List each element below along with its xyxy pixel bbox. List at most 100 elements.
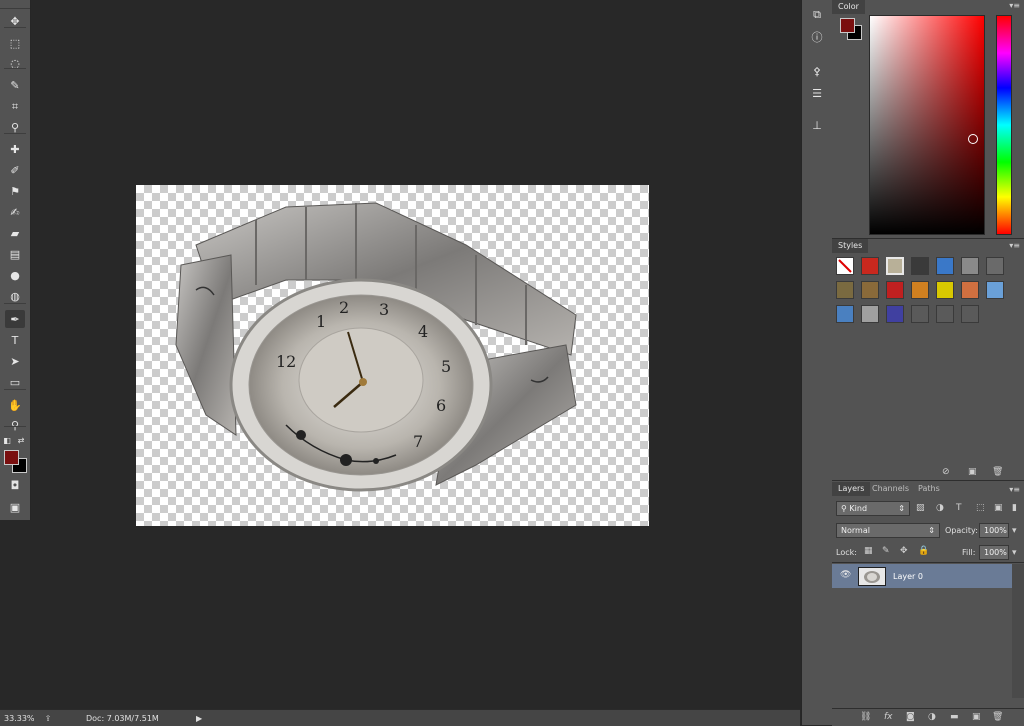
gradient-icon[interactable]: ▤ — [5, 245, 25, 263]
blur-icon[interactable]: ● — [5, 266, 25, 284]
svg-text:5: 5 — [441, 357, 451, 376]
style-swatch[interactable] — [961, 257, 979, 275]
document-canvas[interactable]: 1 2 3 4 5 6 7 12 — [136, 185, 649, 526]
eraser-icon[interactable]: ▰ — [5, 224, 25, 242]
filter-toggle-icon[interactable]: ▮ — [1012, 503, 1017, 513]
style-swatch[interactable] — [836, 257, 854, 275]
layer-filter-kind-select[interactable]: ⚲ Kind ⇕ — [836, 501, 910, 516]
svg-text:3: 3 — [379, 300, 389, 319]
quick-selection-icon[interactable]: ✎ — [5, 76, 25, 94]
blend-mode-select[interactable]: Normal ⇕ — [836, 523, 940, 538]
layers-panel-menu-icon[interactable]: ▾≡ — [1009, 485, 1020, 494]
lock-all-icon[interactable]: 🔒 — [918, 546, 929, 556]
style-swatch[interactable] — [861, 305, 879, 323]
style-swatch[interactable] — [836, 281, 854, 299]
lock-position-icon[interactable]: ✥ — [900, 546, 908, 556]
tab-color[interactable]: Color — [832, 0, 865, 14]
adjustment-layer-icon[interactable]: ◑ — [928, 712, 936, 722]
style-swatch[interactable] — [861, 281, 879, 299]
quick-mask-icon[interactable]: ◘ — [5, 476, 25, 494]
style-swatch[interactable] — [936, 281, 954, 299]
color-panel-foreground-swatch[interactable] — [840, 18, 855, 33]
filter-shape-icon[interactable]: ⬚ — [976, 503, 985, 513]
style-swatch[interactable] — [961, 281, 979, 299]
svg-text:4: 4 — [418, 322, 428, 341]
properties-panel-icon[interactable]: ⊥ — [808, 116, 826, 134]
new-style-icon[interactable]: ▣ — [968, 467, 977, 477]
layers-scrollbar[interactable] — [1012, 564, 1024, 698]
svg-text:12: 12 — [276, 352, 296, 371]
filter-smart-object-icon[interactable]: ▣ — [994, 503, 1003, 513]
hue-slider[interactable] — [996, 15, 1012, 235]
new-group-icon[interactable]: ▬ — [950, 712, 959, 722]
style-swatch[interactable] — [986, 281, 1004, 299]
style-swatch[interactable] — [911, 281, 929, 299]
opacity-input[interactable]: 100% — [979, 523, 1009, 538]
fill-dropdown-icon[interactable]: ▾ — [1012, 548, 1017, 558]
pen-icon[interactable]: ✒ — [5, 310, 25, 328]
swap-colors-icon[interactable]: ⇄ — [16, 432, 26, 450]
share-icon[interactable]: ⇪ — [38, 714, 58, 723]
brush-icon[interactable]: ✐ — [5, 161, 25, 179]
delete-style-icon[interactable]: 🗑 — [992, 467, 1003, 477]
hand-icon[interactable]: ✋ — [5, 396, 25, 414]
styles-panel-menu-icon[interactable]: ▾≡ — [1009, 241, 1020, 250]
status-menu-arrow-icon[interactable]: ▶ — [196, 714, 202, 723]
adjustments-icon[interactable]: ☰ — [808, 84, 826, 102]
healing-brush-icon[interactable]: ✚ — [5, 140, 25, 158]
screen-mode-icon[interactable]: ▣ — [5, 498, 25, 516]
info-panel-icon[interactable]: ⓘ — [808, 28, 826, 46]
marquee-icon[interactable]: ⬚ — [5, 34, 25, 52]
fill-input[interactable]: 100% — [979, 545, 1009, 560]
style-swatch[interactable] — [886, 281, 904, 299]
style-swatch[interactable] — [936, 257, 954, 275]
tab-paths[interactable]: Paths — [912, 482, 946, 496]
opacity-label: Opacity: — [945, 526, 978, 535]
delete-layer-icon[interactable]: 🗑 — [992, 712, 1003, 722]
document-size: Doc: 7.03M/7.51M — [86, 713, 159, 723]
default-colors-icon[interactable]: ◧ — [2, 432, 12, 450]
style-swatch[interactable] — [836, 305, 854, 323]
style-swatch[interactable] — [986, 257, 1004, 275]
clear-style-icon[interactable]: ⊘ — [942, 467, 950, 477]
color-panel-menu-icon[interactable]: ▾≡ — [1009, 1, 1020, 10]
add-mask-icon[interactable]: ◙ — [906, 712, 915, 722]
color-picker-cursor[interactable] — [968, 134, 978, 144]
filter-pixel-icon[interactable]: ▨ — [916, 503, 925, 513]
lasso-icon[interactable]: ◌ — [5, 54, 25, 72]
lock-image-icon[interactable]: ✎ — [882, 546, 890, 556]
style-swatch[interactable] — [861, 257, 879, 275]
tools-panel-grip[interactable] — [0, 0, 30, 9]
color-picker-field[interactable] — [869, 15, 985, 235]
crop-icon[interactable]: ⌗ — [5, 97, 25, 115]
opacity-dropdown-icon[interactable]: ▾ — [1012, 526, 1017, 536]
history-brush-icon[interactable]: ✍ — [5, 203, 25, 221]
right-panels: Color ▾≡ Styles ▾≡ ⊘ ▣ 🗑 ▾≡ ⚲ Kind ⇕ ▨ ◑ … — [832, 0, 1024, 726]
type-icon[interactable]: T — [5, 331, 25, 349]
style-swatch[interactable] — [936, 305, 954, 323]
foreground-color-swatch[interactable] — [4, 450, 19, 465]
filter-adjustment-icon[interactable]: ◑ — [936, 503, 944, 513]
link-layers-icon[interactable]: ⛓ — [860, 712, 871, 722]
style-swatch[interactable] — [911, 257, 929, 275]
new-layer-icon[interactable]: ▣ — [972, 712, 981, 722]
style-swatch[interactable] — [886, 305, 904, 323]
layer-row[interactable]: 👁 Layer 0 — [832, 564, 1012, 588]
zoom-icon[interactable]: ⚲ — [5, 416, 25, 434]
tab-channels[interactable]: Channels — [866, 482, 915, 496]
visibility-eye-icon[interactable]: 👁 — [840, 570, 851, 580]
zoom-level[interactable]: 33.33% — [0, 714, 38, 723]
tab-layers[interactable]: Layers — [832, 482, 871, 496]
filter-type-icon[interactable]: T — [956, 503, 962, 513]
brush-presets-icon[interactable]: ⚴ — [808, 62, 826, 80]
clone-stamp-icon[interactable]: ⚑ — [5, 182, 25, 200]
history-panel-icon[interactable]: ⧉ — [808, 6, 826, 24]
lock-transparent-icon[interactable]: ▦ — [864, 546, 873, 556]
layer-style-fx-icon[interactable]: fx — [884, 712, 893, 722]
style-swatch[interactable] — [911, 305, 929, 323]
blend-mode-value: Normal — [841, 526, 870, 535]
style-swatch[interactable] — [961, 305, 979, 323]
tab-styles[interactable]: Styles — [832, 239, 869, 253]
style-swatch[interactable] — [886, 257, 904, 275]
path-selection-icon[interactable]: ➤ — [5, 352, 25, 370]
